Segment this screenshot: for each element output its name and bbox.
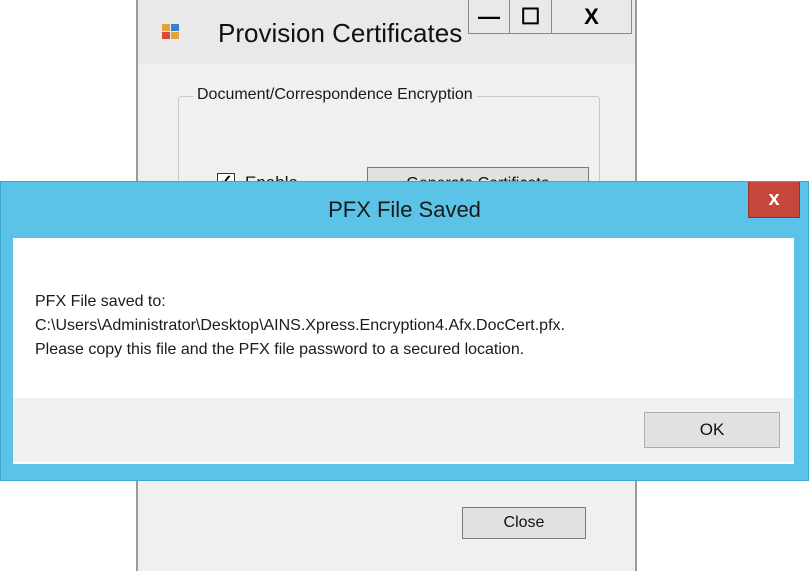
message-file-path: C:\Users\Administrator\Desktop\AINS.Xpre… <box>35 317 565 334</box>
dialog-message: PFX File saved to: C:\Users\Administrato… <box>35 290 565 362</box>
maximize-icon: ☐ <box>520 3 541 29</box>
close-icon: x <box>768 188 780 210</box>
app-icon <box>162 24 180 40</box>
groupbox-label: Document/Correspondence Encryption <box>193 86 477 104</box>
close-button[interactable]: Close <box>462 507 586 539</box>
pfx-file-saved-dialog: PFX File Saved x PFX File saved to: C:\U… <box>0 181 809 481</box>
maximize-button[interactable]: ☐ <box>510 0 552 34</box>
message-line: Please copy this file and the PFX file p… <box>35 341 525 358</box>
dialog-title: PFX File Saved <box>328 197 481 222</box>
window-titlebar[interactable]: Provision Certificates — ☐ X <box>138 0 635 64</box>
dialog-footer: OK <box>13 398 794 462</box>
minimize-button[interactable]: — <box>468 0 510 34</box>
minimize-icon: — <box>478 3 500 29</box>
window-close-button[interactable]: X <box>552 0 632 34</box>
dialog-close-button[interactable]: x <box>748 182 800 218</box>
close-icon: X <box>584 3 599 29</box>
message-line: PFX File saved to: <box>35 293 166 310</box>
dialog-titlebar[interactable]: PFX File Saved x <box>1 182 808 238</box>
ok-button[interactable]: OK <box>644 412 780 448</box>
window-title: Provision Certificates <box>218 18 463 48</box>
